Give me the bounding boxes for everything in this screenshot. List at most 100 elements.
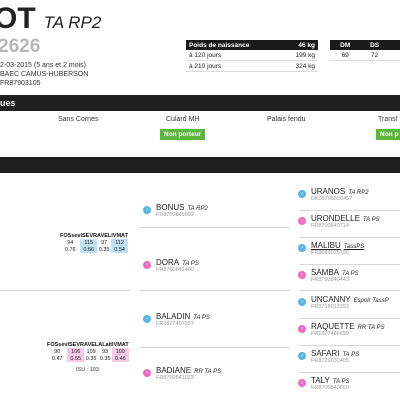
male-icon: ♂ [298, 352, 306, 360]
animal-id-number: 2626 [0, 36, 41, 57]
breed-code: TA RP2 [43, 13, 102, 32]
ds-header: DS [360, 40, 389, 50]
animal-id: DK05706500457 [311, 196, 353, 202]
female-icon: ♀ [143, 261, 151, 269]
transl-status-badge: Non p [376, 129, 400, 140]
animal-id: FR8729630405 [311, 358, 349, 364]
ds-value: 72 [360, 50, 389, 61]
index-value: 97 [101, 239, 108, 246]
weight-value: 324 kg [281, 60, 318, 72]
animal-name[interactable]: UNCANNY Espoir TassP [311, 295, 389, 304]
animal-name[interactable]: URANOS TA RP2 [311, 187, 369, 196]
male-icon: ♂ [143, 315, 151, 323]
index-header: FOSsev [60, 232, 81, 239]
animal-name[interactable]: SAFARI TA PS [311, 349, 359, 358]
animal-name[interactable]: BALADIN TA PS [156, 312, 210, 321]
index-header: FOSsev [47, 341, 68, 348]
animal-name[interactable]: RAQUETTE RR TA PS [311, 322, 385, 331]
divider [140, 290, 290, 291]
male-icon: ♂ [298, 190, 306, 198]
female-icon: ♀ [298, 217, 306, 225]
divider [300, 264, 400, 265]
index-cd: 0.35 [99, 355, 111, 362]
index-cd: 0.46 [112, 355, 129, 362]
female-icon: ♀ [298, 325, 306, 333]
divider [0, 290, 130, 291]
index-value: 90 [54, 348, 61, 355]
animal-id: FR8700840650 [311, 385, 349, 391]
animal-name[interactable]: DORA TA PS [156, 258, 199, 267]
animal-name[interactable]: URONDELLE TA PS [311, 214, 380, 223]
label-sans-cornes: Sans Cornes [58, 116, 99, 123]
index-header: ISEVR [67, 341, 84, 348]
weight-value: 199 kg [281, 50, 318, 61]
animal-name[interactable]: BONUS TA RP2 [156, 203, 208, 212]
index-value: 100 [112, 348, 129, 355]
divider [300, 318, 400, 319]
divider [300, 237, 400, 238]
section-title: ues [0, 98, 16, 108]
national-id: FR87903105 [0, 80, 41, 87]
animal-name[interactable]: TALY TA PS [311, 376, 350, 385]
divider [300, 372, 400, 373]
index-cd: 0.76 [64, 246, 76, 253]
dm-header: DM [330, 40, 361, 50]
divider [140, 227, 290, 228]
divider [300, 290, 400, 291]
index-value: 106 [67, 348, 84, 355]
index-cd: 0.35 [85, 355, 97, 362]
label-transl: Transl [378, 116, 398, 123]
female-icon: ♀ [143, 369, 151, 377]
dmds-table: DM DS 69 72 [330, 40, 400, 61]
birth-date: 2-03-2015 (5 ans et 2 mois) [0, 62, 86, 69]
isu-value: ISU : 103 [76, 367, 99, 373]
weights-table: Poids de naissance 46 kg à 120 jours 199 k… [186, 40, 318, 72]
index-header: ALait [98, 341, 113, 348]
animal-id: FR1827486699 [311, 331, 349, 337]
index-cd: 0.47 [51, 355, 63, 362]
dm-value: 69 [330, 50, 361, 61]
index-table-sire: FOSsev ISEVR AVEL IVMAT 94 115 97 112 0.… [60, 232, 128, 253]
animal-id: FR8700840443 [311, 277, 349, 283]
index-cd: 0.55 [67, 355, 84, 362]
weight-label: Poids de naissance [186, 40, 282, 50]
index-cd: 0.35 [98, 246, 110, 253]
index-header: IVMAT [112, 341, 129, 348]
weight-label: à 210 jours [186, 60, 282, 72]
animal-name: OT TA RP2 [0, 2, 102, 35]
index-value: 94 [67, 239, 74, 246]
divider [300, 345, 400, 346]
index-cd: 0.56 [80, 246, 97, 253]
animal-name[interactable]: MALIBU TassPS [311, 241, 364, 250]
animal-id: FR1827497057 [156, 321, 194, 327]
animal-id: FR8700840714 [311, 223, 349, 229]
section-header-bar: ues [0, 95, 400, 111]
animal-name[interactable]: SAMBA TA PS [311, 268, 359, 277]
index-value: 112 [111, 239, 128, 246]
animal-id: FR8700841023 [156, 375, 194, 381]
animal-id: FR3686025196 [311, 250, 349, 256]
index-value: 109 [86, 348, 96, 355]
label-culard: Culard MH [166, 116, 200, 123]
index-header: ISEVR [80, 232, 97, 239]
index-value: 115 [80, 239, 97, 246]
female-icon: ♀ [298, 379, 306, 387]
female-icon: ♀ [298, 271, 306, 279]
animal-id: FR8700841400 [156, 267, 194, 273]
male-icon: ♂ [298, 298, 306, 306]
culard-status-badge: Non porteur [160, 129, 206, 140]
divider [140, 347, 290, 348]
male-icon: ♂ [143, 206, 151, 214]
animal-name[interactable]: BADIANE RR TA PS [156, 366, 221, 375]
index-header: AVEL [84, 341, 99, 348]
index-table-dam: FOSsev ISEVR AVEL ALait IVMAT 90 106 109… [47, 341, 129, 362]
animal-id: FR3718013393 [311, 304, 349, 310]
divider [300, 210, 400, 211]
index-header: IVMAT [111, 232, 128, 239]
weight-label: à 120 jours [186, 50, 282, 61]
section-header-bar-2 [0, 157, 400, 173]
label-palais-fendu: Palais fendu [267, 116, 306, 123]
breeder-name: BAEC CAMUS-HUBERSON [0, 71, 89, 78]
male-icon: ♂ [298, 244, 306, 252]
index-value: 93 [102, 348, 109, 355]
